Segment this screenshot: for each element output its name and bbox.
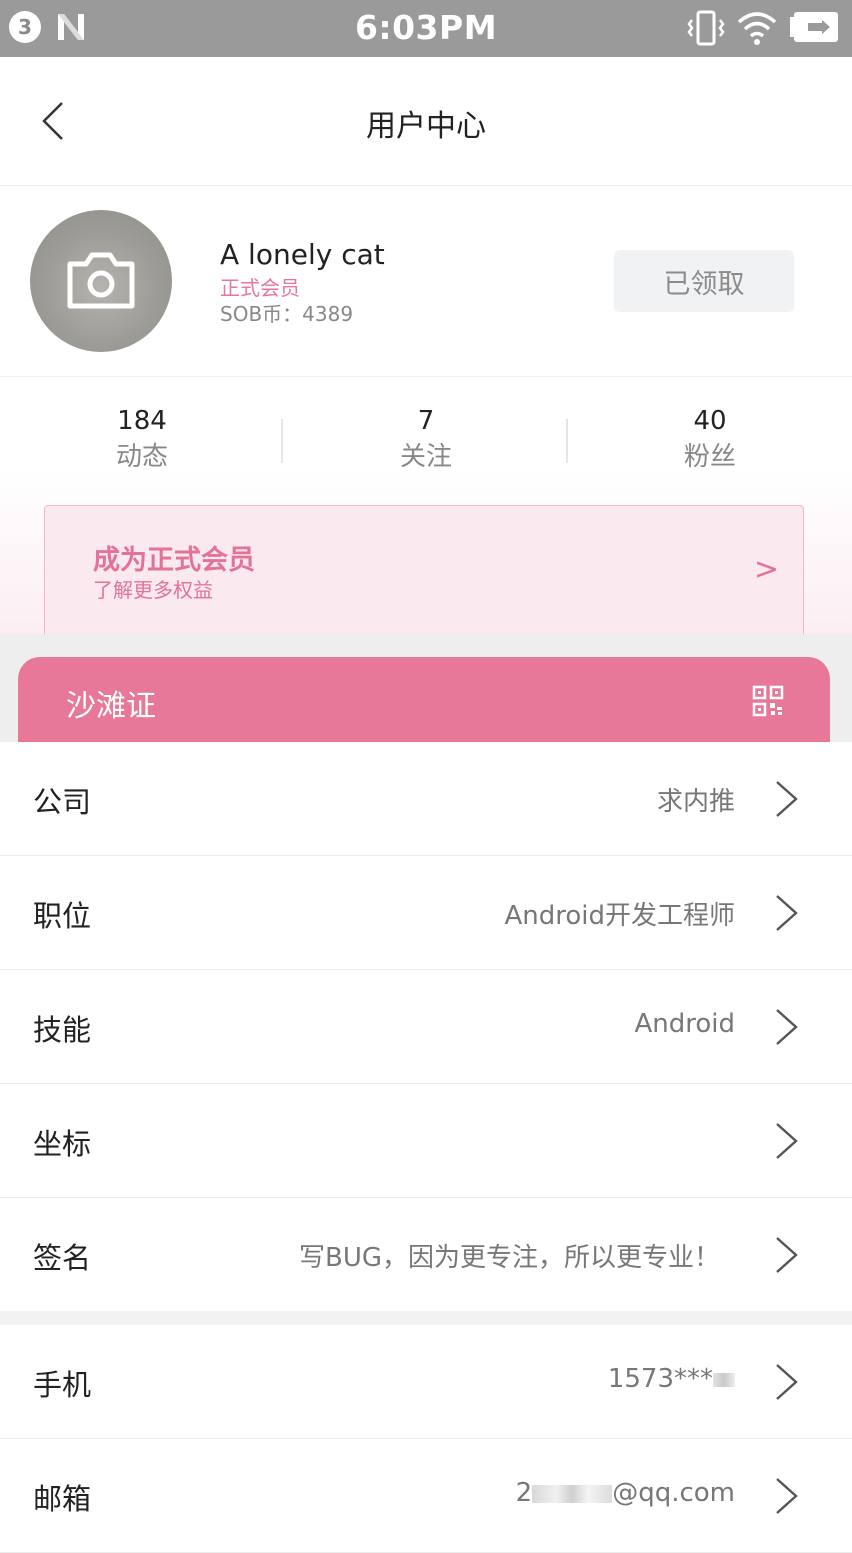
beach-card-header: 沙滩证 — [18, 657, 830, 742]
top-bar: 用户中心 — [0, 57, 852, 186]
email-suffix: @qq.com — [612, 1478, 735, 1508]
row-value: 写BUG，因为更专注，所以更专业！ — [298, 1243, 720, 1273]
camera-icon — [67, 252, 135, 309]
row-position[interactable]: 职位 Android开发工程师 — [0, 856, 852, 970]
section-gap — [0, 1311, 852, 1325]
phone-prefix: 1573*** — [607, 1364, 713, 1394]
row-label: 坐标 — [33, 1127, 92, 1161]
row-label: 签名 — [33, 1241, 92, 1275]
chevron-right-icon — [776, 895, 798, 931]
row-label: 技能 — [33, 1013, 92, 1047]
row-label: 邮箱 — [33, 1482, 92, 1516]
row-value: Android开发工程师 — [504, 901, 735, 931]
wifi-icon — [737, 12, 777, 45]
page-title: 用户中心 — [366, 109, 486, 144]
battery-icon — [790, 12, 838, 42]
received-button[interactable]: 已领取 — [614, 250, 794, 312]
row-company[interactable]: 公司 求内推 — [0, 742, 852, 856]
coin-balance: SOB币：4389 — [220, 302, 354, 326]
email-prefix: 2 — [515, 1478, 533, 1508]
chevron-right-icon — [776, 1009, 798, 1045]
row-email[interactable]: 邮箱 2 @qq.com — [0, 1439, 852, 1553]
promo-title: 成为正式会员 — [93, 545, 255, 576]
vibrate-icon — [687, 10, 725, 46]
chevron-right-icon — [776, 1478, 798, 1514]
stat-following[interactable]: 7 关注 — [284, 405, 568, 477]
divider — [281, 419, 283, 463]
row-label: 手机 — [33, 1368, 92, 1402]
row-skills[interactable]: 技能 Android — [0, 970, 852, 1084]
stat-value: 40 — [693, 406, 727, 436]
row-signature[interactable]: 签名 写BUG，因为更专注，所以更专业！ — [0, 1198, 852, 1311]
row-value: 2 @qq.com — [516, 1478, 735, 1508]
row-value: 1573*** — [608, 1364, 735, 1394]
username: A lonely cat — [220, 238, 385, 271]
chevron-right-icon — [776, 1237, 798, 1273]
row-label: 公司 — [33, 785, 92, 819]
row-value: 求内推 — [656, 787, 735, 817]
stat-value: 184 — [117, 406, 167, 436]
member-promo-banner[interactable]: 成为正式会员 了解更多权益 > — [44, 505, 804, 634]
chevron-right-icon — [776, 781, 798, 817]
row-label: 职位 — [33, 899, 92, 933]
row-value: Android — [634, 1009, 735, 1039]
redacted-mask — [532, 1484, 613, 1503]
promo-subtitle: 了解更多权益 — [93, 578, 213, 602]
profile-info-list: 公司 求内推 职位 Android开发工程师 技能 Android 坐标 签名 … — [0, 742, 852, 1553]
qr-code-icon[interactable] — [752, 685, 784, 717]
chevron-right-icon: > — [753, 552, 779, 587]
chevron-right-icon — [776, 1364, 798, 1400]
avatar[interactable] — [30, 210, 172, 352]
row-phone[interactable]: 手机 1573*** — [0, 1325, 852, 1439]
stat-posts[interactable]: 184 动态 — [0, 405, 284, 477]
status-bar: 3 6:03PM — [0, 0, 852, 57]
redacted-mask — [713, 1372, 735, 1387]
row-location[interactable]: 坐标 — [0, 1084, 852, 1198]
beach-card-title: 沙滩证 — [66, 689, 156, 724]
chevron-right-icon — [776, 1123, 798, 1159]
profile-section: A lonely cat 正式会员 SOB币：4389 已领取 — [0, 186, 852, 377]
member-status: 正式会员 — [220, 276, 300, 300]
stat-fans[interactable]: 40 粉丝 — [568, 405, 852, 477]
stat-value: 7 — [417, 406, 435, 436]
